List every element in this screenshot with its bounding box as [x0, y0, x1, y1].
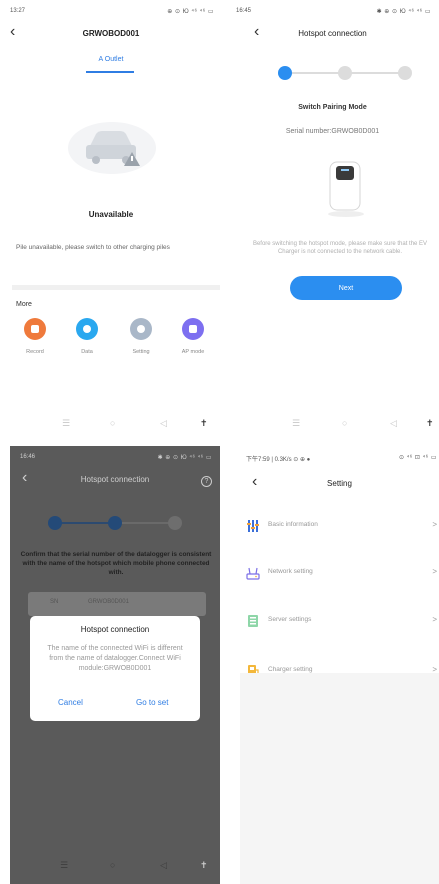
serial-card-value: GRWOB0D001 — [88, 599, 129, 605]
dialog-message: The name of the connected WiFi is differ… — [47, 645, 183, 672]
section-divider — [12, 285, 220, 290]
system-nav-bar: ☰ ○ ◁ ✝ — [226, 418, 439, 432]
accessibility-icon[interactable]: ✝ — [200, 860, 208, 871]
help-icon[interactable]: ? — [201, 476, 212, 487]
tab-a-outlet[interactable]: A Outlet — [80, 56, 142, 63]
home-icon[interactable]: ○ — [110, 418, 115, 428]
setting-row-label: Network setting — [268, 568, 313, 575]
charger-device-image — [328, 161, 364, 217]
serial-number: Serial number:GRWOB0D001 — [285, 128, 380, 135]
step-3 — [168, 516, 182, 530]
setting-row-network-setting[interactable]: Network setting > — [240, 564, 439, 584]
system-nav-bar: ☰ ○ ◁ ✝ — [10, 860, 220, 874]
ap-mode-button[interactable]: AP mode — [168, 318, 218, 355]
record-icon — [24, 318, 46, 340]
empty-area — [240, 673, 439, 884]
menu-icon[interactable]: ☰ — [60, 860, 68, 871]
more-heading: More — [16, 301, 32, 308]
status-time: 16:46 — [20, 454, 36, 460]
step-connector — [346, 72, 402, 74]
car-unavailable-icon — [68, 122, 156, 174]
outlet-screen: 13:27 ⊕ ⊙ Ю ⁴⁶ ⁴⁶ ▭ ‹ GRWOBOD001 A Outle… — [0, 0, 222, 442]
pairing-hint: Before switching the hotspot mode, pleas… — [252, 241, 428, 255]
page-title: GRWOBOD001 — [82, 29, 140, 38]
status-bar: 16:45 ✱ ⊕ ⊙ Ю ⁴⁶ ⁴⁶ ▭ — [226, 4, 439, 18]
serial-card-label: SN — [50, 599, 59, 605]
status-icons: ✱ ⊕ ⊙ Ю ⁴⁶ ⁴⁶ ▭ — [157, 455, 212, 461]
menu-icon[interactable]: ☰ — [62, 418, 70, 429]
pile-status-message: Pile unavailable, please switch to other… — [16, 244, 170, 251]
setting-screen: 下午7:59 | 0.3K/s ⊙ ⊕ ● ⊙ ⁴⁶ ⊡ ⁴⁶ ▭ ‹ Sett… — [240, 446, 439, 884]
pairing-screen: 16:45 ✱ ⊕ ⊙ Ю ⁴⁶ ⁴⁶ ▭ ‹ Hotspot connecti… — [226, 0, 439, 442]
chevron-right-icon: > — [432, 567, 437, 576]
page-title: Hotspot connection — [298, 29, 367, 38]
step-1-active — [278, 66, 292, 80]
step-2 — [338, 66, 352, 80]
serial-card: SN GRWOB0D001 — [28, 592, 206, 616]
ap-mode-label: AP mode — [181, 349, 205, 355]
step-heading: Switch Pairing Mode — [298, 104, 367, 111]
accessibility-icon[interactable]: ✝ — [426, 418, 434, 429]
dialog-title: Hotspot connection — [80, 625, 150, 634]
menu-icon[interactable]: ☰ — [292, 418, 300, 429]
setting-row-label: Charger setting — [268, 666, 313, 673]
step-2-active — [108, 516, 122, 530]
pile-status: Unavailable — [88, 210, 134, 219]
status-bar: 下午7:59 | 0.3K/s ⊙ ⊕ ● ⊙ ⁴⁶ ⊡ ⁴⁶ ▭ — [240, 450, 439, 464]
chevron-right-icon: > — [432, 520, 437, 529]
record-button[interactable]: Record — [10, 318, 60, 355]
status-icons: ✱ ⊕ ⊙ Ю ⁴⁶ ⁴⁶ ▭ — [376, 9, 431, 15]
status-right: ⊙ ⁴⁶ ⊡ ⁴⁶ ▭ — [399, 455, 437, 461]
setting-row-basic-information[interactable]: Basic information > — [240, 517, 439, 537]
hotspot-alert-dialog: Hotspot connection The name of the conne… — [30, 616, 200, 721]
progress-steps — [48, 516, 184, 530]
cancel-button[interactable]: Cancel — [58, 698, 83, 707]
confirm-instruction: Confirm that the serial number of the da… — [20, 551, 212, 576]
status-bar: 13:27 ⊕ ⊙ Ю ⁴⁶ ⁴⁶ ▭ — [0, 4, 222, 18]
setting-label: Setting — [132, 349, 150, 355]
page-title: Hotspot connection — [80, 475, 150, 484]
home-icon[interactable]: ○ — [110, 860, 115, 870]
setting-button[interactable]: Setting — [116, 318, 166, 355]
record-label: Record — [26, 349, 44, 355]
chevron-right-icon: > — [432, 615, 437, 624]
page-title: Setting — [327, 479, 352, 488]
status-icons: ⊕ ⊙ Ю ⁴⁶ ⁴⁶ ▭ — [167, 9, 214, 15]
back-icon[interactable]: ◁ — [160, 418, 167, 429]
server-icon — [248, 615, 258, 627]
status-left: 下午7:59 | 0.3K/s ⊙ ⊕ ● — [246, 457, 311, 463]
data-icon — [76, 318, 98, 340]
tab-active-indicator — [86, 71, 134, 73]
step-1-done — [48, 516, 62, 530]
hotspot-dialog-screen: 16:46 ✱ ⊕ ⊙ Ю ⁴⁶ ⁴⁶ ▭ ‹ Hotspot connecti… — [10, 446, 220, 884]
next-button[interactable]: Next — [290, 276, 402, 300]
back-icon[interactable]: ◁ — [160, 860, 167, 871]
data-button[interactable]: Data — [62, 318, 112, 355]
status-time: 13:27 — [10, 8, 26, 14]
ap-mode-icon — [182, 318, 204, 340]
gear-icon — [130, 318, 152, 340]
data-label: Data — [81, 349, 93, 355]
step-connector — [116, 522, 172, 524]
home-icon[interactable]: ○ — [342, 418, 347, 428]
status-time: 16:45 — [236, 8, 252, 14]
setting-row-label: Server settings — [268, 616, 312, 623]
system-nav-bar: ☰ ○ ◁ ✝ — [0, 418, 222, 432]
setting-row-label: Basic information — [268, 521, 318, 528]
sliders-icon — [247, 520, 259, 532]
setting-row-server-settings[interactable]: Server settings > — [240, 612, 439, 632]
step-3 — [398, 66, 412, 80]
status-bar: 16:46 ✱ ⊕ ⊙ Ю ⁴⁶ ⁴⁶ ▭ — [10, 450, 220, 464]
back-icon[interactable]: ◁ — [390, 418, 397, 429]
accessibility-icon[interactable]: ✝ — [200, 418, 208, 429]
router-icon — [246, 567, 260, 580]
progress-steps — [278, 66, 414, 80]
go-to-set-button[interactable]: Go to set — [136, 698, 168, 707]
